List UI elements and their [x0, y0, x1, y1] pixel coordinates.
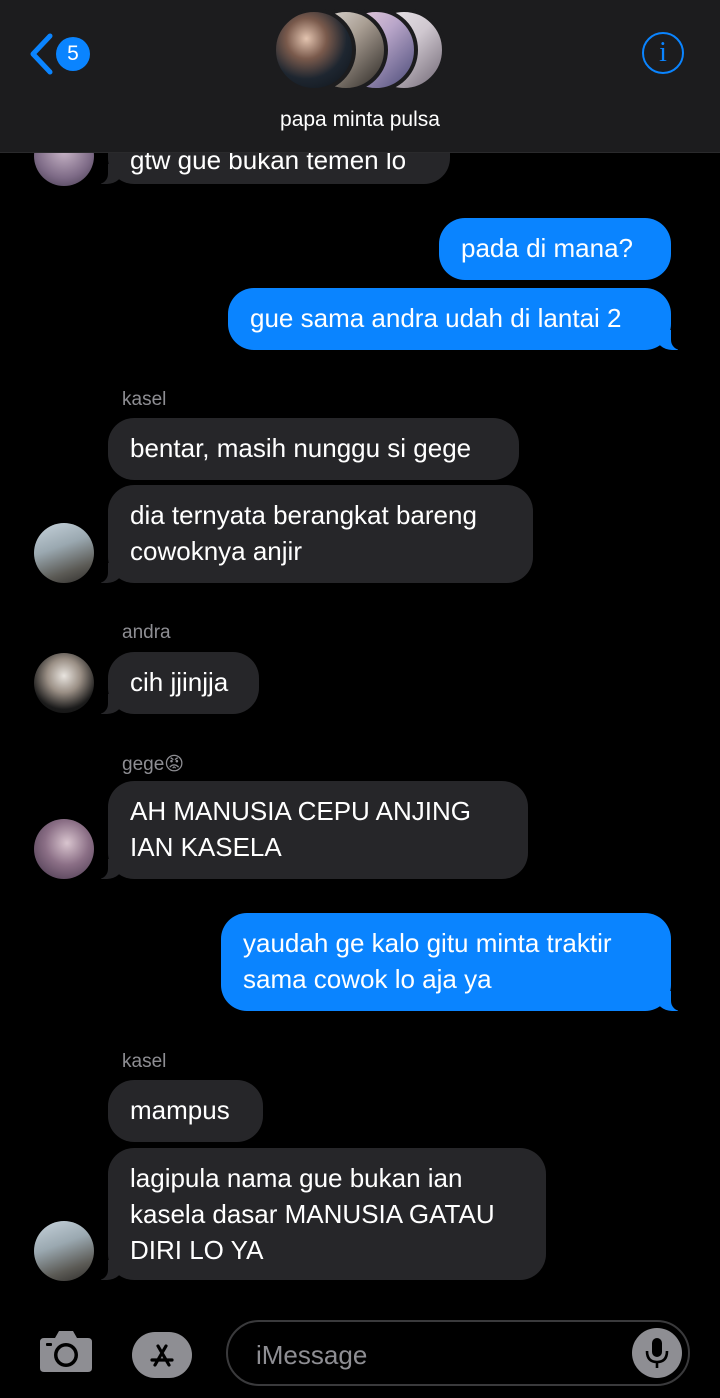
- app-store-button[interactable]: [132, 1332, 196, 1378]
- unread-count-badge: 5: [56, 37, 90, 71]
- message-bubble[interactable]: dia ternyata berangkat bareng cowoknya a…: [94, 485, 533, 583]
- message-bubble[interactable]: pada di mana?: [439, 218, 671, 280]
- group-member-avatar: [272, 8, 356, 92]
- app-store-icon: [150, 1344, 174, 1367]
- conversation-header: 5 papa minta pulsa i: [0, 0, 720, 153]
- message-bubble[interactable]: yaudah ge kalo gitu minta traktir sama c…: [221, 913, 685, 1011]
- back-button[interactable]: 5: [28, 32, 90, 76]
- avatar[interactable]: [34, 653, 94, 713]
- sender-name: kasel: [122, 1051, 167, 1072]
- message-input-field[interactable]: [226, 1320, 690, 1386]
- group-name[interactable]: papa minta pulsa: [0, 108, 720, 132]
- microphone-button[interactable]: [632, 1328, 682, 1378]
- message-bubble[interactable]: cih jjinjja: [94, 652, 259, 714]
- microphone-icon: [645, 1338, 669, 1368]
- avatar[interactable]: [34, 1221, 94, 1281]
- message-bubble[interactable]: lagipula nama gue bukan ian kasela dasar…: [94, 1148, 546, 1280]
- back-chevron-icon: [30, 33, 53, 75]
- camera-button[interactable]: [38, 1326, 94, 1379]
- message-bubble[interactable]: gue sama andra udah di lantai 2: [228, 288, 685, 350]
- message-bubble[interactable]: bentar, masih nunggu si gege: [108, 418, 519, 480]
- group-avatar-stack[interactable]: [272, 8, 452, 94]
- camera-icon: [40, 1331, 92, 1372]
- sender-name: andra: [122, 622, 171, 643]
- avatar[interactable]: [34, 819, 94, 879]
- sender-name: gege😡: [122, 754, 185, 775]
- composer-bar: [0, 1310, 720, 1398]
- message-bubble[interactable]: mampus: [108, 1080, 263, 1142]
- message-input[interactable]: [254, 1334, 638, 1376]
- info-icon[interactable]: i: [642, 32, 684, 74]
- message-bubble[interactable]: AH MANUSIA CEPU ANJING IAN KASELA: [94, 781, 528, 879]
- avatar[interactable]: [34, 523, 94, 583]
- sender-name: kasel: [122, 389, 167, 410]
